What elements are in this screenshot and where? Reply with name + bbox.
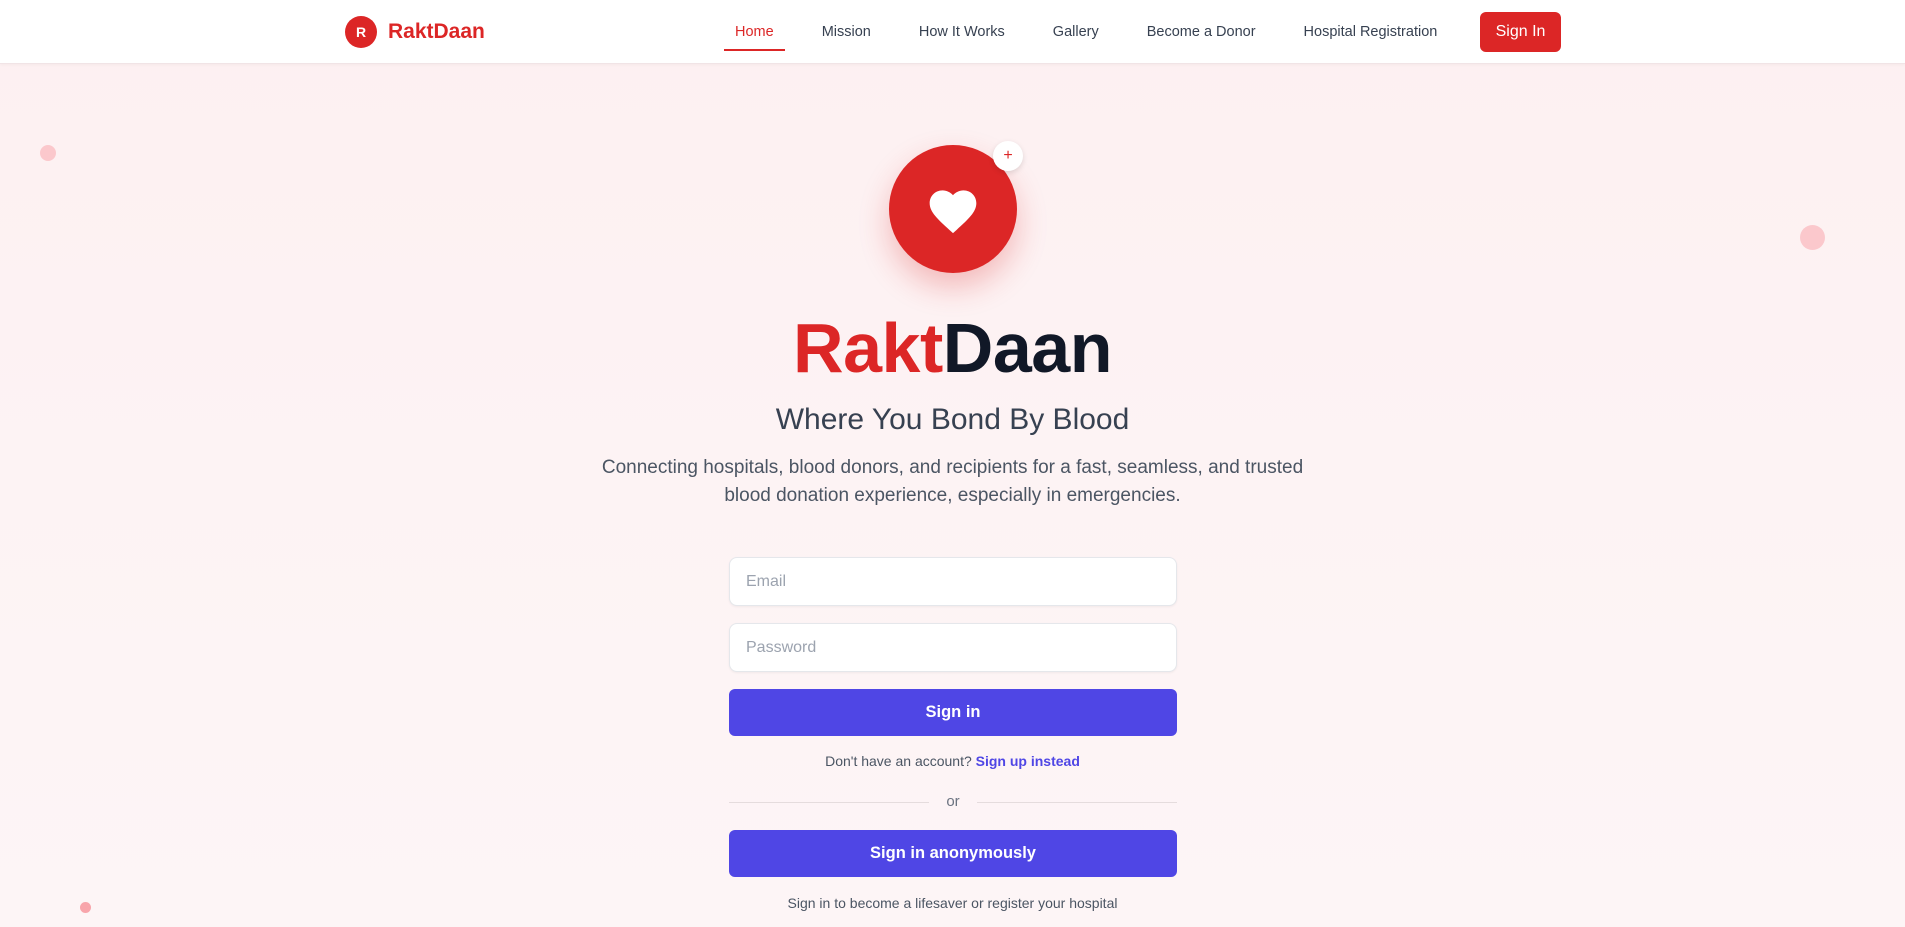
nav-link-mission[interactable]: Mission bbox=[822, 0, 871, 64]
sign-up-link[interactable]: Sign up instead bbox=[976, 753, 1080, 769]
nav-links: Home Mission How It Works Gallery Become… bbox=[724, 0, 1485, 64]
hero-title-rakt: Rakt bbox=[793, 309, 943, 387]
no-account-text: Don't have an account? bbox=[825, 753, 972, 769]
brand-logo: R bbox=[345, 16, 377, 48]
nav-signin-button[interactable]: Sign In bbox=[1480, 12, 1561, 52]
nav-link-hospital-registration[interactable]: Hospital Registration bbox=[1304, 0, 1438, 64]
divider-line-right bbox=[977, 802, 1177, 803]
nav-link-home[interactable]: Home bbox=[724, 0, 785, 64]
nav-link-become-donor[interactable]: Become a Donor bbox=[1147, 0, 1256, 64]
decorative-dot bbox=[40, 145, 56, 161]
password-field[interactable] bbox=[729, 623, 1177, 672]
nav-link-how-it-works[interactable]: How It Works bbox=[919, 0, 1005, 64]
brand[interactable]: R RaktDaan bbox=[345, 16, 485, 48]
hero-tagline: Where You Bond By Blood bbox=[775, 403, 1130, 436]
hero-title: RaktDaan bbox=[0, 308, 1905, 388]
sign-in-anonymously-button[interactable]: Sign in anonymously bbox=[729, 830, 1177, 877]
decorative-dot bbox=[1800, 225, 1825, 250]
heart-icon bbox=[929, 190, 977, 234]
or-divider: or bbox=[729, 792, 1177, 812]
nav-link-gallery[interactable]: Gallery bbox=[1053, 0, 1099, 64]
brand-name: RaktDaan bbox=[388, 20, 485, 43]
hero-description: Connecting hospitals, blood donors, and … bbox=[601, 457, 1304, 506]
sign-in-button[interactable]: Sign in bbox=[729, 689, 1177, 736]
navbar: R RaktDaan Home Mission How It Works Gal… bbox=[0, 0, 1905, 64]
hero-title-daan: Daan bbox=[942, 309, 1113, 387]
signup-prompt: Don't have an account? Sign up instead bbox=[0, 753, 1905, 769]
plus-icon: + bbox=[993, 141, 1023, 171]
email-field[interactable] bbox=[729, 557, 1177, 606]
footer-note: Sign in to become a lifesaver or registe… bbox=[787, 895, 1118, 911]
hero-icon: + bbox=[889, 141, 1023, 273]
